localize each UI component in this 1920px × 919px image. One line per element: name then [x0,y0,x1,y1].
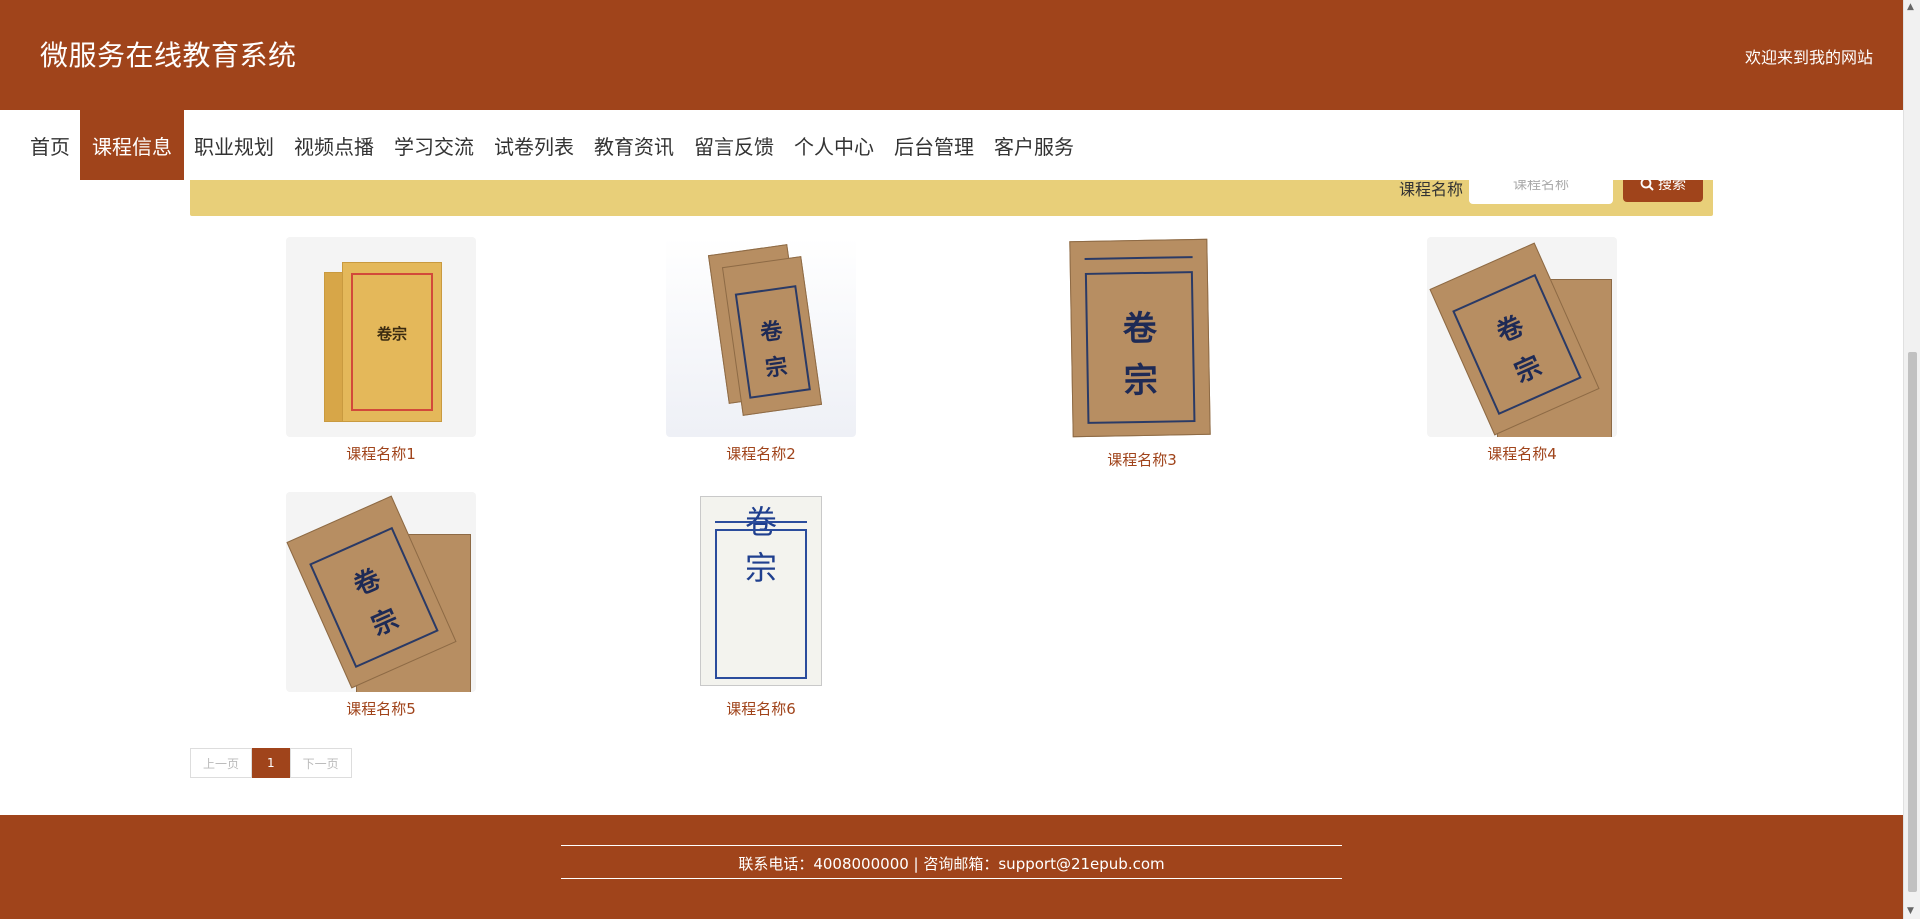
folder-front: 卷 宗 [1069,238,1211,438]
archive-box-label: 卷宗 [376,325,407,343]
course-name[interactable]: 课程名称5 [286,698,476,719]
course-name[interactable]: 课程名称4 [1427,443,1617,464]
nav-item-video[interactable]: 视频点播 [284,110,384,180]
course-thumbnail[interactable]: 卷 宗 [666,237,856,437]
footer-divider-bottom [561,878,1342,879]
course-card[interactable]: 卷 宗 课程名称3 [1047,237,1237,470]
folder-frame [715,529,807,679]
course-name[interactable]: 课程名称6 [666,698,856,719]
nav-item-profile[interactable]: 个人中心 [784,110,884,180]
nav-item-courses[interactable]: 课程信息 [80,110,184,180]
folder-header-line [715,521,807,523]
course-thumbnail[interactable]: 卷宗 [286,237,476,437]
main-nav: 首页 课程信息 职业规划 视频点播 学习交流 试卷列表 教育资讯 留言反馈 个人… [0,110,1903,180]
footer-divider-top [561,845,1342,846]
scroll-down-icon[interactable]: ▼ [1907,906,1914,916]
scroll-thumb[interactable] [1908,352,1917,892]
nav-item-news[interactable]: 教育资讯 [584,110,684,180]
header: 微服务在线教育系统 欢迎来到我的网站 [0,0,1903,110]
course-card[interactable]: 卷 宗 课程名称6 [666,492,856,719]
course-name[interactable]: 课程名称2 [666,443,856,464]
next-page-button[interactable]: 下一页 [289,748,352,778]
pagination: 上一页 1 下一页 [190,748,352,778]
folder-glyph-zong: 宗 [1123,360,1159,402]
nav-item-exams[interactable]: 试卷列表 [484,110,584,180]
nav-item-feedback[interactable]: 留言反馈 [684,110,784,180]
nav-item-support[interactable]: 客户服务 [984,110,1084,180]
welcome-text: 欢迎来到我的网站 [1744,48,1873,67]
folder-glyph-juan: 卷 [1122,308,1158,350]
course-card[interactable]: 卷宗 课程名称1 [286,237,476,464]
prev-page-button[interactable]: 上一页 [190,748,253,778]
scroll-up-icon[interactable]: ▲ [1907,2,1914,12]
page-number-current[interactable]: 1 [252,748,290,778]
course-name[interactable]: 课程名称1 [286,443,476,464]
course-thumbnail[interactable]: 卷 宗 [1047,237,1237,443]
nav-item-admin[interactable]: 后台管理 [884,110,984,180]
nav-item-career[interactable]: 职业规划 [184,110,284,180]
course-card[interactable]: 卷 宗 课程名称4 [1427,237,1617,464]
vertical-scrollbar[interactable]: ▲ ▼ [1903,0,1920,919]
folder-header-line [1084,255,1193,260]
course-thumbnail[interactable]: 卷 宗 [1427,237,1617,437]
folder-front: 卷 宗 [700,496,822,686]
course-card[interactable]: 卷 宗 课程名称2 [666,237,856,464]
nav-item-forum[interactable]: 学习交流 [384,110,484,180]
archive-box-front: 卷宗 [342,262,442,422]
footer-contact: 联系电话：4008000000 | 咨询邮箱：support@21epub.co… [738,855,1165,873]
page: 微服务在线教育系统 欢迎来到我的网站 首页 课程信息 职业规划 视频点播 学习交… [0,0,1903,919]
course-thumbnail[interactable]: 卷 宗 [666,492,856,692]
archive-box-side [324,272,344,422]
course-name[interactable]: 课程名称3 [1047,449,1237,470]
course-thumbnail[interactable]: 卷 宗 [286,492,476,692]
site-title: 微服务在线教育系统 [40,39,297,72]
nav-item-home[interactable]: 首页 [20,110,80,180]
course-card[interactable]: 卷 宗 课程名称5 [286,492,476,719]
